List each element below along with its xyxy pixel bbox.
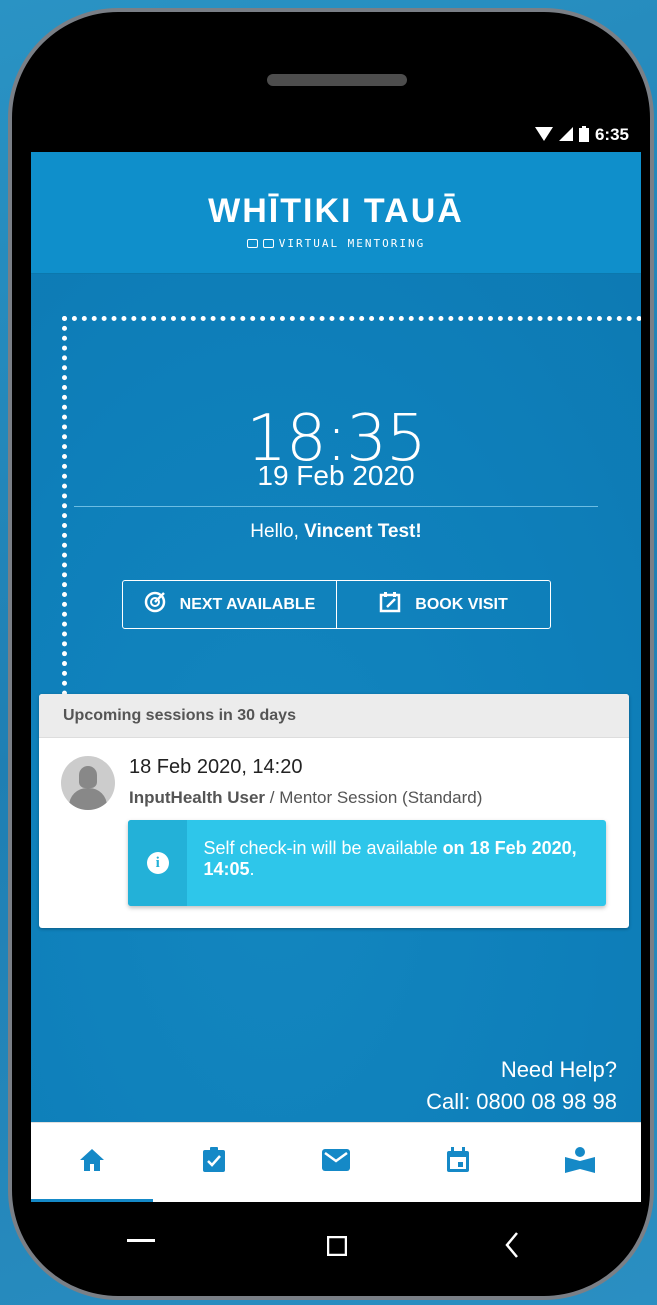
wifi-icon bbox=[534, 126, 553, 144]
brand-logo: WHĪTIKI TAUĀ bbox=[208, 192, 464, 230]
book-visit-label: BOOK VISIT bbox=[415, 595, 508, 613]
target-check-icon bbox=[144, 591, 166, 618]
user-name: Vincent Test! bbox=[304, 521, 422, 542]
nav-messages[interactable] bbox=[275, 1123, 397, 1202]
home-icon bbox=[79, 1148, 105, 1177]
tagline: VIRTUAL MENTORING bbox=[31, 237, 641, 250]
main-content: 18:35 19 Feb 2020 Hello, Vincent Test! N… bbox=[31, 274, 641, 1122]
checklist-icon bbox=[202, 1147, 226, 1178]
tagline-text: VIRTUAL MENTORING bbox=[278, 237, 426, 250]
session-item[interactable]: 18 Feb 2020, 14:20 InputHealth User / Me… bbox=[39, 738, 629, 928]
chat-icon bbox=[262, 239, 274, 248]
help-phone[interactable]: Call: 0800 08 98 98 bbox=[426, 1086, 617, 1118]
calendar-edit-icon bbox=[379, 591, 401, 618]
nav-calendar[interactable] bbox=[397, 1123, 519, 1202]
battery-icon bbox=[578, 125, 589, 145]
reading-icon bbox=[565, 1147, 595, 1178]
nav-learning[interactable] bbox=[519, 1123, 641, 1202]
upcoming-sessions-card: Upcoming sessions in 30 days 18 Feb 2020… bbox=[39, 694, 629, 928]
next-available-button[interactable]: NEXT AVAILABLE bbox=[123, 581, 336, 628]
session-details: InputHealth User / Mentor Session (Stand… bbox=[129, 788, 482, 808]
card-title: Upcoming sessions in 30 days bbox=[39, 694, 629, 738]
nav-home[interactable] bbox=[31, 1123, 153, 1202]
app-header: WHĪTIKI TAUĀ VIRTUAL MENTORING bbox=[31, 152, 641, 274]
video-icon bbox=[246, 239, 258, 248]
book-visit-button[interactable]: BOOK VISIT bbox=[336, 581, 550, 628]
app-screen: 6:35 WHĪTIKI TAUĀ VIRTUAL MENTORING 18:3… bbox=[31, 118, 641, 1202]
calendar-icon bbox=[446, 1147, 470, 1178]
greeting: Hello, Vincent Test! bbox=[31, 521, 641, 543]
status-bar: 6:35 bbox=[31, 118, 641, 152]
recent-apps-icon[interactable] bbox=[127, 1230, 155, 1248]
home-button-icon[interactable] bbox=[326, 1235, 348, 1261]
session-user: InputHealth User bbox=[129, 788, 266, 807]
dotted-line-vertical bbox=[62, 316, 67, 696]
nav-tasks[interactable] bbox=[153, 1123, 275, 1202]
session-datetime: 18 Feb 2020, 14:20 bbox=[129, 756, 303, 778]
action-button-group: NEXT AVAILABLE BOOK VISIT bbox=[122, 580, 551, 629]
system-navigation bbox=[0, 1206, 657, 1286]
signal-icon bbox=[558, 126, 573, 144]
help-section: Need Help? Call: 0800 08 98 98 bbox=[426, 1054, 617, 1118]
current-date: 19 Feb 2020 bbox=[257, 460, 415, 491]
speaker-grille bbox=[267, 74, 407, 86]
checkin-notice: i Self check-in will be available on 18 … bbox=[128, 820, 606, 906]
avatar bbox=[61, 756, 115, 810]
status-time: 6:35 bbox=[594, 125, 629, 144]
greeting-text: Hello, bbox=[250, 521, 305, 542]
notice-text: Self check-in will be available on 18 Fe… bbox=[203, 838, 577, 879]
info-icon: i bbox=[128, 820, 188, 906]
divider bbox=[74, 506, 598, 507]
bottom-navigation bbox=[31, 1122, 641, 1202]
help-title: Need Help? bbox=[500, 1057, 617, 1082]
back-icon[interactable] bbox=[505, 1232, 519, 1263]
next-available-label: NEXT AVAILABLE bbox=[179, 595, 316, 613]
mail-icon bbox=[322, 1149, 350, 1176]
session-type: / Mentor Session (Standard) bbox=[265, 788, 483, 807]
dotted-line-horizontal bbox=[62, 316, 641, 321]
